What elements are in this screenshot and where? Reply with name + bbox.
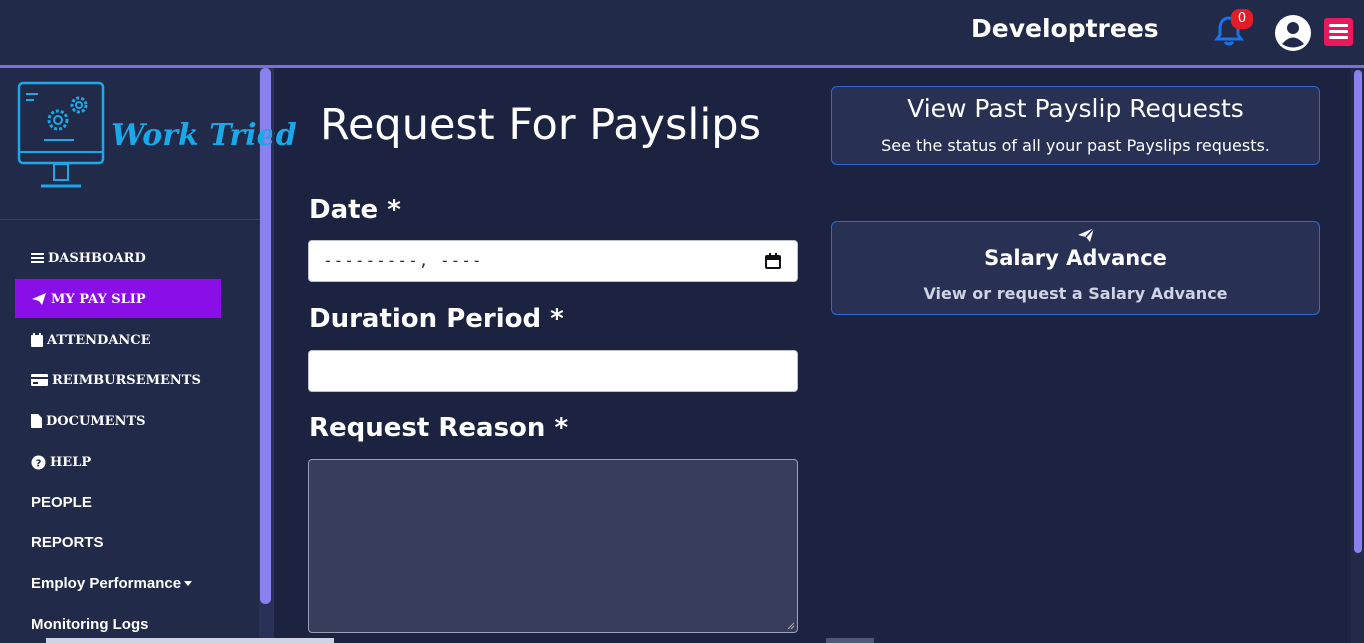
page-title: Request For Payslips — [320, 100, 761, 150]
sidebar-item-dashboard[interactable]: DASHBOARD — [31, 247, 146, 269]
svg-text:?: ? — [36, 458, 42, 469]
date-label: Date * — [309, 195, 401, 225]
card-subtitle: See the status of all your past Payslips… — [881, 136, 1270, 155]
past-payslip-requests-card[interactable]: View Past Payslip Requests See the statu… — [831, 86, 1320, 165]
card-subtitle: View or request a Salary Advance — [923, 284, 1228, 303]
user-avatar-icon[interactable] — [1275, 15, 1311, 51]
calendar-icon — [31, 333, 43, 347]
date-placeholder: ---------, ---- — [323, 251, 483, 270]
sidebar-item-label: REPORTS — [31, 533, 104, 551]
top-bar — [0, 0, 1364, 65]
sidebar-divider — [0, 219, 260, 220]
bars-icon — [31, 253, 44, 263]
credit-card-icon — [31, 374, 48, 386]
resize-grip-icon[interactable] — [787, 622, 795, 630]
sidebar-item-documents[interactable]: DOCUMENTS — [31, 410, 146, 432]
sidebar-item-reports[interactable]: REPORTS — [31, 531, 104, 553]
card-title: View Past Payslip Requests — [907, 94, 1244, 123]
horizontal-scrollbar-thumb-2[interactable] — [826, 638, 874, 643]
sidebar-item-label: Monitoring Logs — [31, 615, 149, 633]
paper-plane-icon — [1078, 227, 1095, 242]
sidebar-item-people[interactable]: PEOPLE — [31, 491, 92, 513]
card-title: Salary Advance — [984, 246, 1167, 270]
sidebar-item-label: DOCUMENTS — [46, 413, 146, 429]
sidebar-item-label: DASHBOARD — [48, 250, 146, 266]
sidebar-item-label: Employ Performance — [31, 574, 182, 592]
horizontal-scrollbar-thumb[interactable] — [46, 638, 334, 643]
sidebar-item-employ-performance[interactable]: Employ Performance — [31, 572, 197, 594]
sidebar-item-reimbursements[interactable]: REIMBURSEMENTS — [31, 369, 201, 391]
content-left-border — [272, 68, 274, 643]
logo-text: Work Tried — [111, 118, 297, 153]
hamburger-menu-icon[interactable] — [1324, 18, 1353, 46]
calendar-picker-icon[interactable] — [765, 253, 781, 269]
duration-period-field[interactable] — [308, 350, 798, 392]
sidebar-item-monitoring-logs[interactable]: Monitoring Logs — [31, 613, 148, 635]
sidebar-item-label: MY PAY SLIP — [51, 291, 146, 307]
brand-name: Developtrees — [971, 14, 1159, 43]
sidebar-item-label: ATTENDANCE — [47, 332, 151, 348]
sidebar-item-label: REIMBURSEMENTS — [52, 372, 201, 388]
sidebar-item-label: PEOPLE — [31, 493, 92, 511]
sidebar-item-label: HELP — [50, 454, 92, 470]
caret-down-icon — [184, 581, 193, 586]
duration-period-label: Duration Period * — [309, 304, 564, 334]
sidebar-item-help[interactable]: ? HELP — [31, 451, 91, 473]
date-field[interactable]: ---------, ---- — [308, 240, 798, 282]
request-reason-textarea[interactable] — [308, 459, 798, 633]
paper-plane-icon — [32, 293, 46, 305]
notification-count-badge: 0 — [1231, 9, 1253, 29]
salary-advance-card[interactable]: Salary Advance View or request a Salary … — [831, 221, 1320, 315]
file-icon — [31, 414, 42, 428]
request-reason-label: Request Reason * — [309, 413, 569, 443]
question-circle-icon: ? — [31, 455, 46, 469]
sidebar-item-my-pay-slip[interactable]: MY PAY SLIP — [31, 288, 146, 310]
sidebar-item-attendance[interactable]: ATTENDANCE — [31, 329, 151, 351]
main-scrollbar-thumb[interactable] — [1354, 70, 1362, 553]
